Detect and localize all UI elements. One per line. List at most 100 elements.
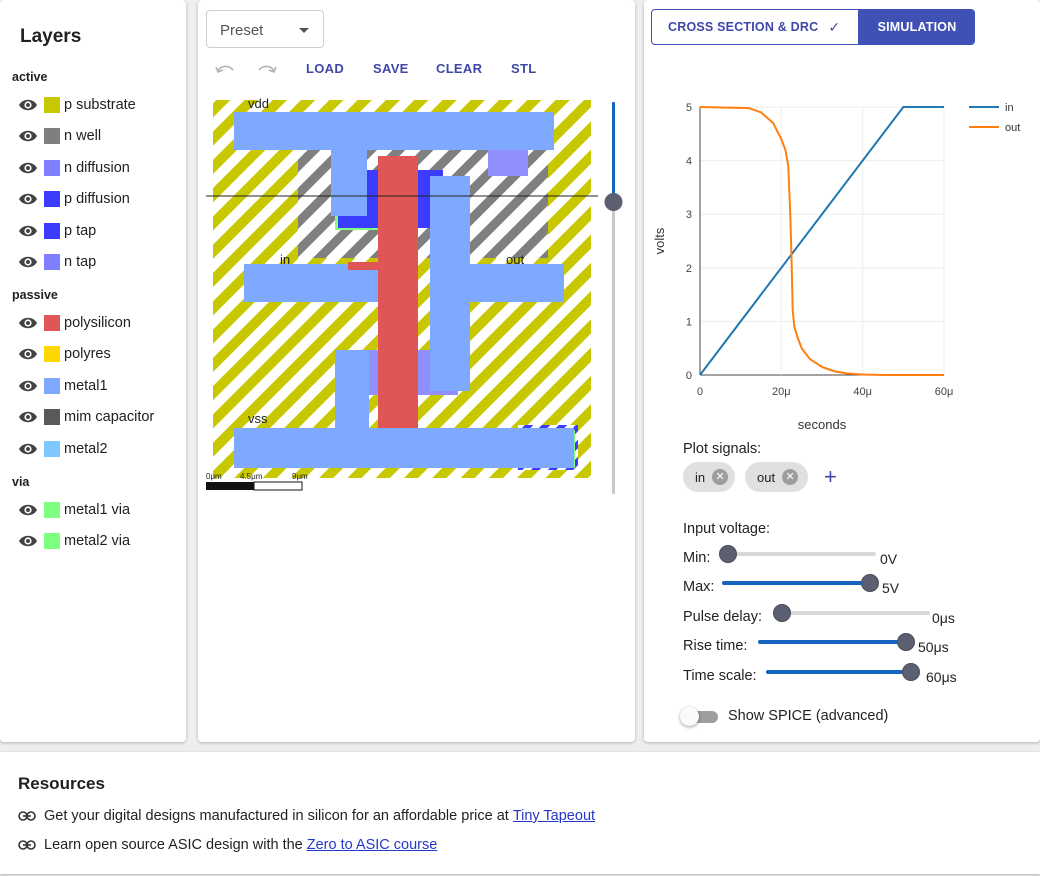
visibility-eye-icon[interactable] [18,161,38,175]
link-icon [18,811,36,821]
stl-button[interactable]: STL [511,61,536,76]
layer-color-swatch [44,346,60,363]
preset-select[interactable]: Preset [206,10,324,48]
redo-icon[interactable] [256,62,278,74]
plot-signals-label: Plot signals: [683,441,762,457]
slider-track[interactable] [728,552,876,556]
visibility-eye-icon[interactable] [18,379,38,393]
layer-row[interactable]: mim capacitor [18,406,154,428]
layer-row[interactable]: polyres [18,343,111,365]
x-tick-label: 0 [697,386,703,398]
layer-color-swatch [44,377,60,394]
visibility-eye-icon[interactable] [18,224,38,238]
zero-to-asic-link[interactable]: Zero to ASIC course [307,837,438,853]
slider-thumb[interactable] [902,663,920,681]
out-label: out [506,252,524,267]
slider-label: Min: [683,550,711,566]
simulation-panel: CROSS SECTION & DRC ✓ SIMULATION 0123450… [644,0,1040,742]
layer-label: n well [64,128,102,145]
layout-editor-panel: Preset LOAD SAVE CLEAR STL vdd in out vs… [198,0,635,742]
layer-row[interactable]: p diffusion [18,188,130,210]
visibility-eye-icon[interactable] [18,98,38,112]
visibility-eye-icon[interactable] [18,192,38,206]
remove-signal-icon[interactable]: ✕ [782,469,799,485]
vss-label: vss [248,411,268,426]
layer-row[interactable]: metal1 [18,375,108,397]
vss-strap [335,350,369,440]
slider-fill [766,670,911,674]
resources-title: Resources [18,774,105,793]
layers-panel: Layers active p substrate n well n diffusio… [0,0,186,742]
layer-row[interactable]: p tap [18,220,96,242]
vdd-rail [234,112,554,150]
clear-button[interactable]: CLEAR [436,61,482,76]
legend-label: out [1005,122,1020,134]
visibility-eye-icon[interactable] [18,316,38,330]
layer-row[interactable]: p substrate [18,94,136,116]
layer-label: p tap [64,222,97,239]
signal-chip-in[interactable]: in ✕ [683,462,735,492]
y-tick-label: 2 [686,263,692,275]
layer-row[interactable]: metal1 via [18,499,130,521]
slider-fill [722,581,870,585]
remove-signal-icon[interactable]: ✕ [712,469,729,485]
layer-label: metal2 [64,440,108,457]
signal-chip-out[interactable]: out ✕ [745,462,808,492]
resource-text: Learn open source ASIC design with the [44,837,303,853]
tab-cross-section-label: CROSS SECTION & DRC [668,20,819,34]
slider-thumb[interactable] [861,574,879,592]
slider-value: 50μs [918,639,949,655]
layout-canvas[interactable]: vdd in out vss 0μm 4.5μm 9μm [198,90,635,500]
resource-line-zero-to-asic: Learn open source ASIC design with the Z… [18,837,437,853]
visibility-eye-icon[interactable] [18,410,38,424]
x-tick-label: 40μ [853,386,872,398]
layer-row[interactable]: n tap [18,251,96,273]
undo-icon[interactable] [214,62,236,74]
in-label: in [280,252,290,267]
visibility-eye-icon[interactable] [18,534,38,548]
toggle-thumb [680,707,699,726]
layer-color-swatch [44,254,60,270]
tiny-tapeout-link[interactable]: Tiny Tapeout [513,808,595,824]
layer-color-swatch [44,191,60,208]
slider-value: 60μs [926,669,957,685]
layer-row[interactable]: n well [18,125,101,147]
signal-chip-label: out [757,469,776,485]
series-line-in [699,106,944,376]
scale-tick-0: 0μm [206,472,222,481]
visibility-eye-icon[interactable] [18,503,38,517]
visibility-eye-icon[interactable] [18,255,38,269]
layer-color-swatch [44,97,60,113]
load-button[interactable]: LOAD [306,61,344,76]
layer-row[interactable]: n diffusion [18,157,130,179]
y-tick-label: 4 [686,156,692,168]
slider-track[interactable] [782,611,930,615]
scale-bar-black [206,482,254,490]
signal-chip-label: in [695,469,706,485]
visibility-eye-icon[interactable] [18,442,38,456]
save-button[interactable]: SAVE [373,61,409,76]
add-signal-button[interactable]: + [824,464,837,490]
out-metal [456,264,564,302]
show-spice-label: Show SPICE (advanced) [728,708,889,724]
link-icon [18,840,36,850]
slider-thumb[interactable] [719,545,737,563]
zoom-slider-track[interactable] [612,202,615,494]
slider-value: 0V [880,551,898,567]
visibility-eye-icon[interactable] [18,129,38,143]
visibility-eye-icon[interactable] [18,347,38,361]
zoom-slider-thumb[interactable] [604,193,623,211]
view-tabs: CROSS SECTION & DRC ✓ SIMULATION [651,9,975,45]
show-spice-toggle[interactable] [680,707,720,726]
resource-text: Get your digital designs manufactured in… [44,808,509,824]
zoom-slider-fill [612,102,615,202]
layer-row[interactable]: polysilicon [18,312,131,334]
tab-cross-section[interactable]: CROSS SECTION & DRC ✓ [652,10,858,44]
resource-line-tinytapeout: Get your digital designs manufactured in… [18,808,595,824]
layer-row[interactable]: metal2 [18,438,108,460]
slider-thumb[interactable] [773,604,791,622]
slider-thumb[interactable] [897,633,915,651]
layer-row[interactable]: metal2 via [18,530,130,552]
tab-simulation[interactable]: SIMULATION [858,10,974,44]
layer-label: mim capacitor [64,409,155,426]
